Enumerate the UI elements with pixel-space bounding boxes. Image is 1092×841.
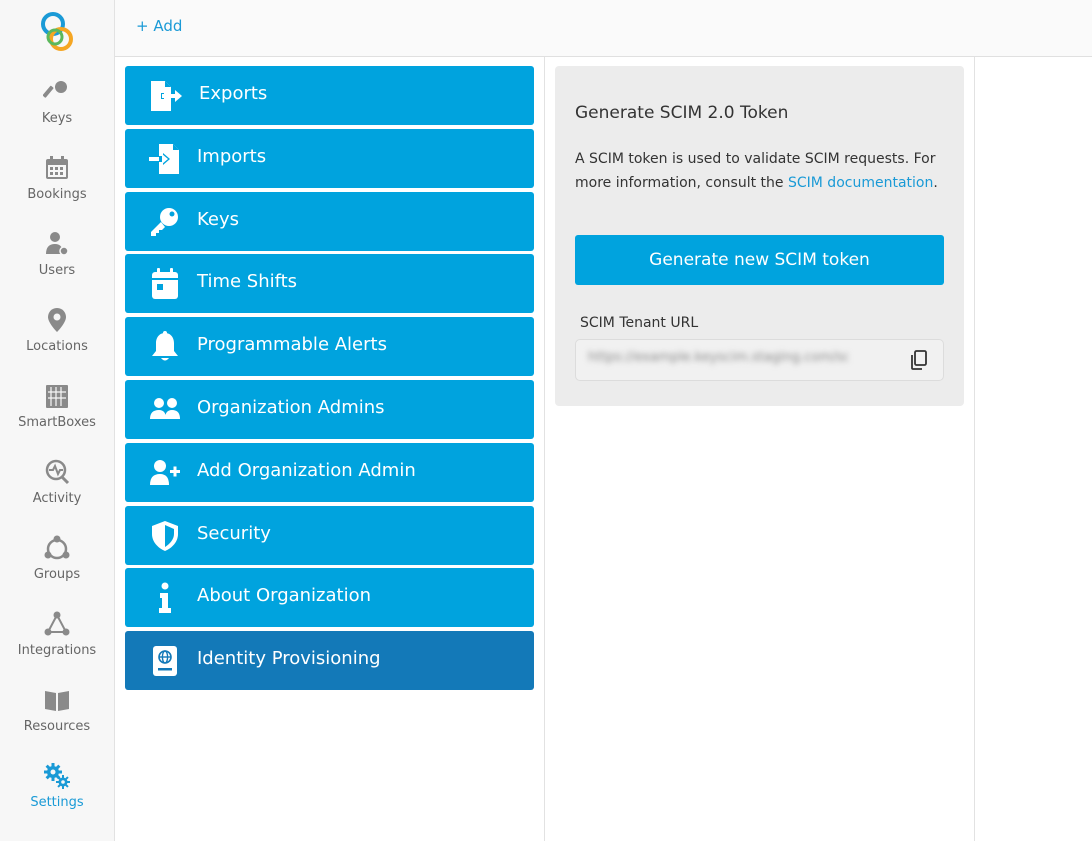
user-plus-icon [150, 460, 180, 485]
calendar-icon [46, 156, 68, 179]
app-logo-icon[interactable] [38, 11, 76, 53]
column-divider [544, 57, 545, 841]
menu-label: Organization Admins [197, 397, 385, 418]
menu-item-about-organization[interactable]: About Organization [125, 568, 534, 627]
activity-icon [45, 459, 70, 485]
menu-item-keys[interactable]: Keys [125, 192, 534, 251]
panel-title: Generate SCIM 2.0 Token [575, 103, 789, 123]
panel-description: A SCIM token is used to validate SCIM re… [575, 147, 945, 195]
menu-item-organization-admins[interactable]: Organization Admins [125, 380, 534, 439]
tenant-url-label: SCIM Tenant URL [580, 315, 699, 331]
menu-label: Time Shifts [197, 271, 298, 292]
menu-item-add-organization-admin[interactable]: Add Organization Admin [125, 443, 534, 502]
menu-label: Add Organization Admin [197, 460, 416, 481]
nav-label: Groups [33, 567, 81, 582]
add-link[interactable]: + Add [136, 17, 182, 35]
menu-label: Imports [197, 146, 267, 167]
nav-label: Integrations [17, 643, 97, 658]
menu-label: Exports [199, 83, 268, 104]
nav-label: Users [38, 263, 76, 278]
key-icon [151, 208, 178, 236]
nav-item-integrations[interactable]: Integrations [0, 610, 114, 680]
groups-icon [44, 535, 70, 560]
scim-panel: Generate SCIM 2.0 Token A SCIM token is … [555, 66, 964, 406]
menu-label: Keys [197, 209, 240, 230]
key-icon [43, 81, 67, 98]
import-icon [149, 144, 179, 174]
generate-token-button[interactable]: Generate new SCIM token [575, 235, 944, 285]
nav-label: Bookings [27, 187, 87, 202]
shield-icon [152, 521, 178, 551]
nav-item-locations[interactable]: Locations [0, 306, 114, 376]
location-pin-icon [48, 308, 66, 332]
menu-item-time-shifts[interactable]: Time Shifts [125, 254, 534, 313]
nav-label: Resources [23, 719, 91, 734]
column-divider [974, 57, 975, 841]
tenant-url-value: https://example.keyscim.staging.com/scim… [588, 350, 848, 365]
nav-item-keys[interactable]: Keys [0, 78, 114, 148]
menu-item-identity-provisioning[interactable]: Identity Provisioning [125, 631, 534, 690]
nav-item-smartboxes[interactable]: SmartBoxes [0, 382, 114, 452]
menu-label: About Organization [197, 585, 372, 606]
nav-label: Keys [41, 111, 73, 126]
description-suffix: . [933, 175, 938, 191]
nav-label: SmartBoxes [18, 415, 96, 430]
nav-label: Locations [26, 339, 88, 354]
nav-item-groups[interactable]: Groups [0, 534, 114, 604]
users-icon [150, 398, 180, 419]
left-nav: Keys Bookings Users Locations SmartBoxes… [0, 0, 115, 841]
export-icon [151, 81, 182, 111]
tenant-url-field[interactable]: https://example.keyscim.staging.com/scim… [575, 339, 944, 381]
integrations-icon [44, 611, 70, 636]
bell-icon [152, 331, 178, 361]
nav-item-bookings[interactable]: Bookings [0, 154, 114, 224]
nav-label: Settings [30, 795, 84, 810]
menu-item-security[interactable]: Security [125, 506, 534, 565]
nav-item-users[interactable]: Users [0, 230, 114, 300]
info-icon [159, 582, 171, 613]
nav-item-activity[interactable]: Activity [0, 458, 114, 528]
nav-item-settings[interactable]: Settings [0, 762, 114, 832]
menu-label: Programmable Alerts [197, 334, 387, 355]
calendar-icon [152, 268, 178, 299]
id-card-icon [153, 646, 177, 676]
scim-documentation-link[interactable]: SCIM documentation [788, 175, 933, 191]
menu-label: Security [197, 523, 271, 544]
user-icon [46, 232, 69, 256]
menu-item-imports[interactable]: Imports [125, 129, 534, 188]
menu-item-exports[interactable]: Exports [125, 66, 534, 125]
book-icon [45, 691, 69, 711]
smartbox-icon [46, 385, 68, 408]
menu-item-programmable-alerts[interactable]: Programmable Alerts [125, 317, 534, 376]
top-bar: + Add [115, 0, 1092, 57]
menu-label: Identity Provisioning [197, 648, 381, 669]
nav-label: Activity [32, 491, 82, 506]
gears-icon [44, 763, 70, 789]
nav-item-resources[interactable]: Resources [0, 686, 114, 756]
copy-icon[interactable] [909, 350, 929, 370]
